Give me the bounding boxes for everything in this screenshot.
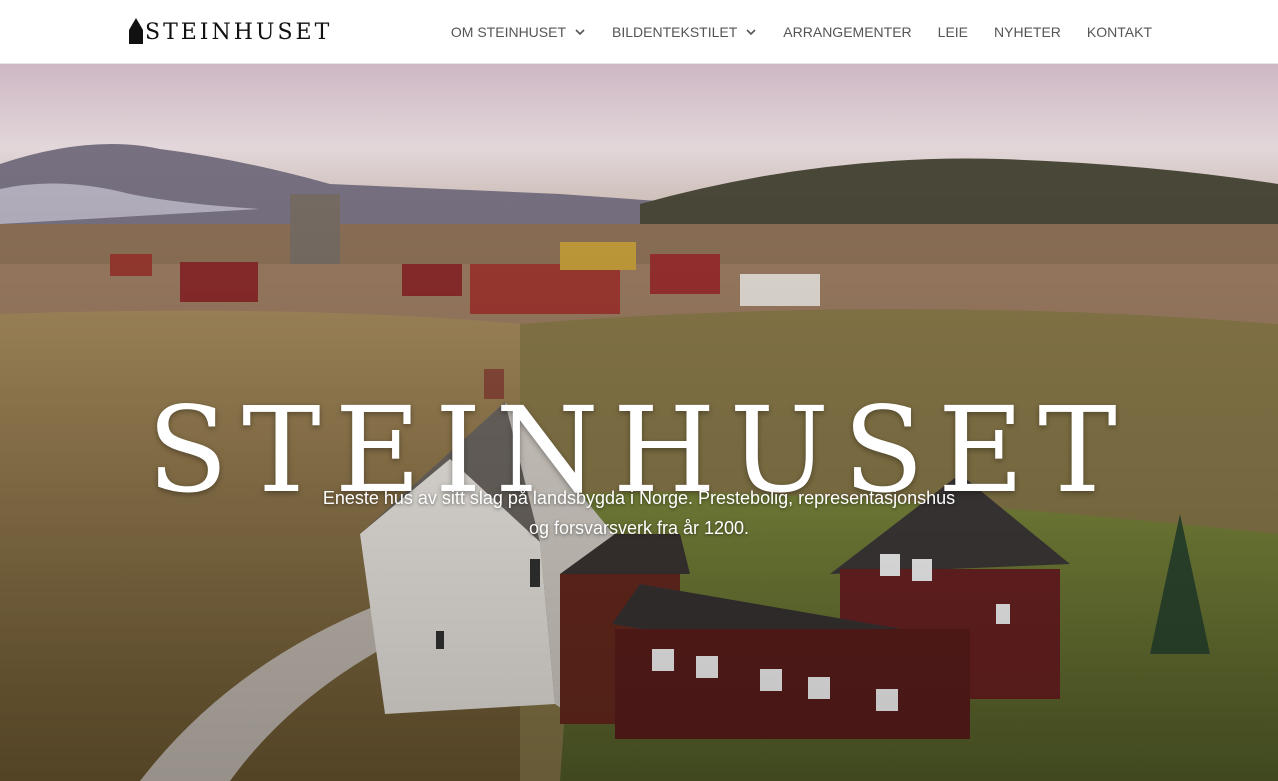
- nav-label: OM STEINHUSET: [450, 24, 567, 40]
- chevron-down-icon: [575, 29, 585, 36]
- hero-section: STEINHUSET Eneste hus av sitt slag på la…: [0, 64, 1278, 781]
- nav-item-bildentekstilet[interactable]: BILDENTEKSTILET: [612, 24, 757, 40]
- nav-label: NYHETER: [994, 24, 1061, 40]
- logo-text: STEINHUSET: [145, 20, 333, 45]
- nav-label: BILDENTEKSTILET: [612, 24, 738, 40]
- nav-item-nyheter[interactable]: NYHETER: [994, 24, 1061, 40]
- nav-item-kontakt[interactable]: KONTAKT: [1087, 24, 1152, 40]
- nav-label: LEIE: [937, 24, 969, 40]
- nav-label: KONTAKT: [1086, 24, 1152, 40]
- nav-label: ARRANGEMENTER: [783, 24, 912, 40]
- main-nav: OM STEINHUSET BILDENTEKSTILET ARRANGEMEN…: [451, 0, 1152, 64]
- site-header: STEINHUSET OM STEINHUSET BILDENTEKSTILET…: [0, 0, 1278, 64]
- hero-subtitle: Eneste hus av sitt slag på landsbygda i …: [322, 488, 956, 538]
- nav-item-om-steinhuset[interactable]: OM STEINHUSET: [451, 24, 586, 40]
- nav-item-arrangementer[interactable]: ARRANGEMENTER: [783, 24, 911, 40]
- house-silhouette-icon: [129, 18, 143, 44]
- chevron-down-icon: [746, 29, 756, 36]
- nav-item-leie[interactable]: LEIE: [938, 24, 968, 40]
- site-logo[interactable]: STEINHUSET: [128, 16, 332, 44]
